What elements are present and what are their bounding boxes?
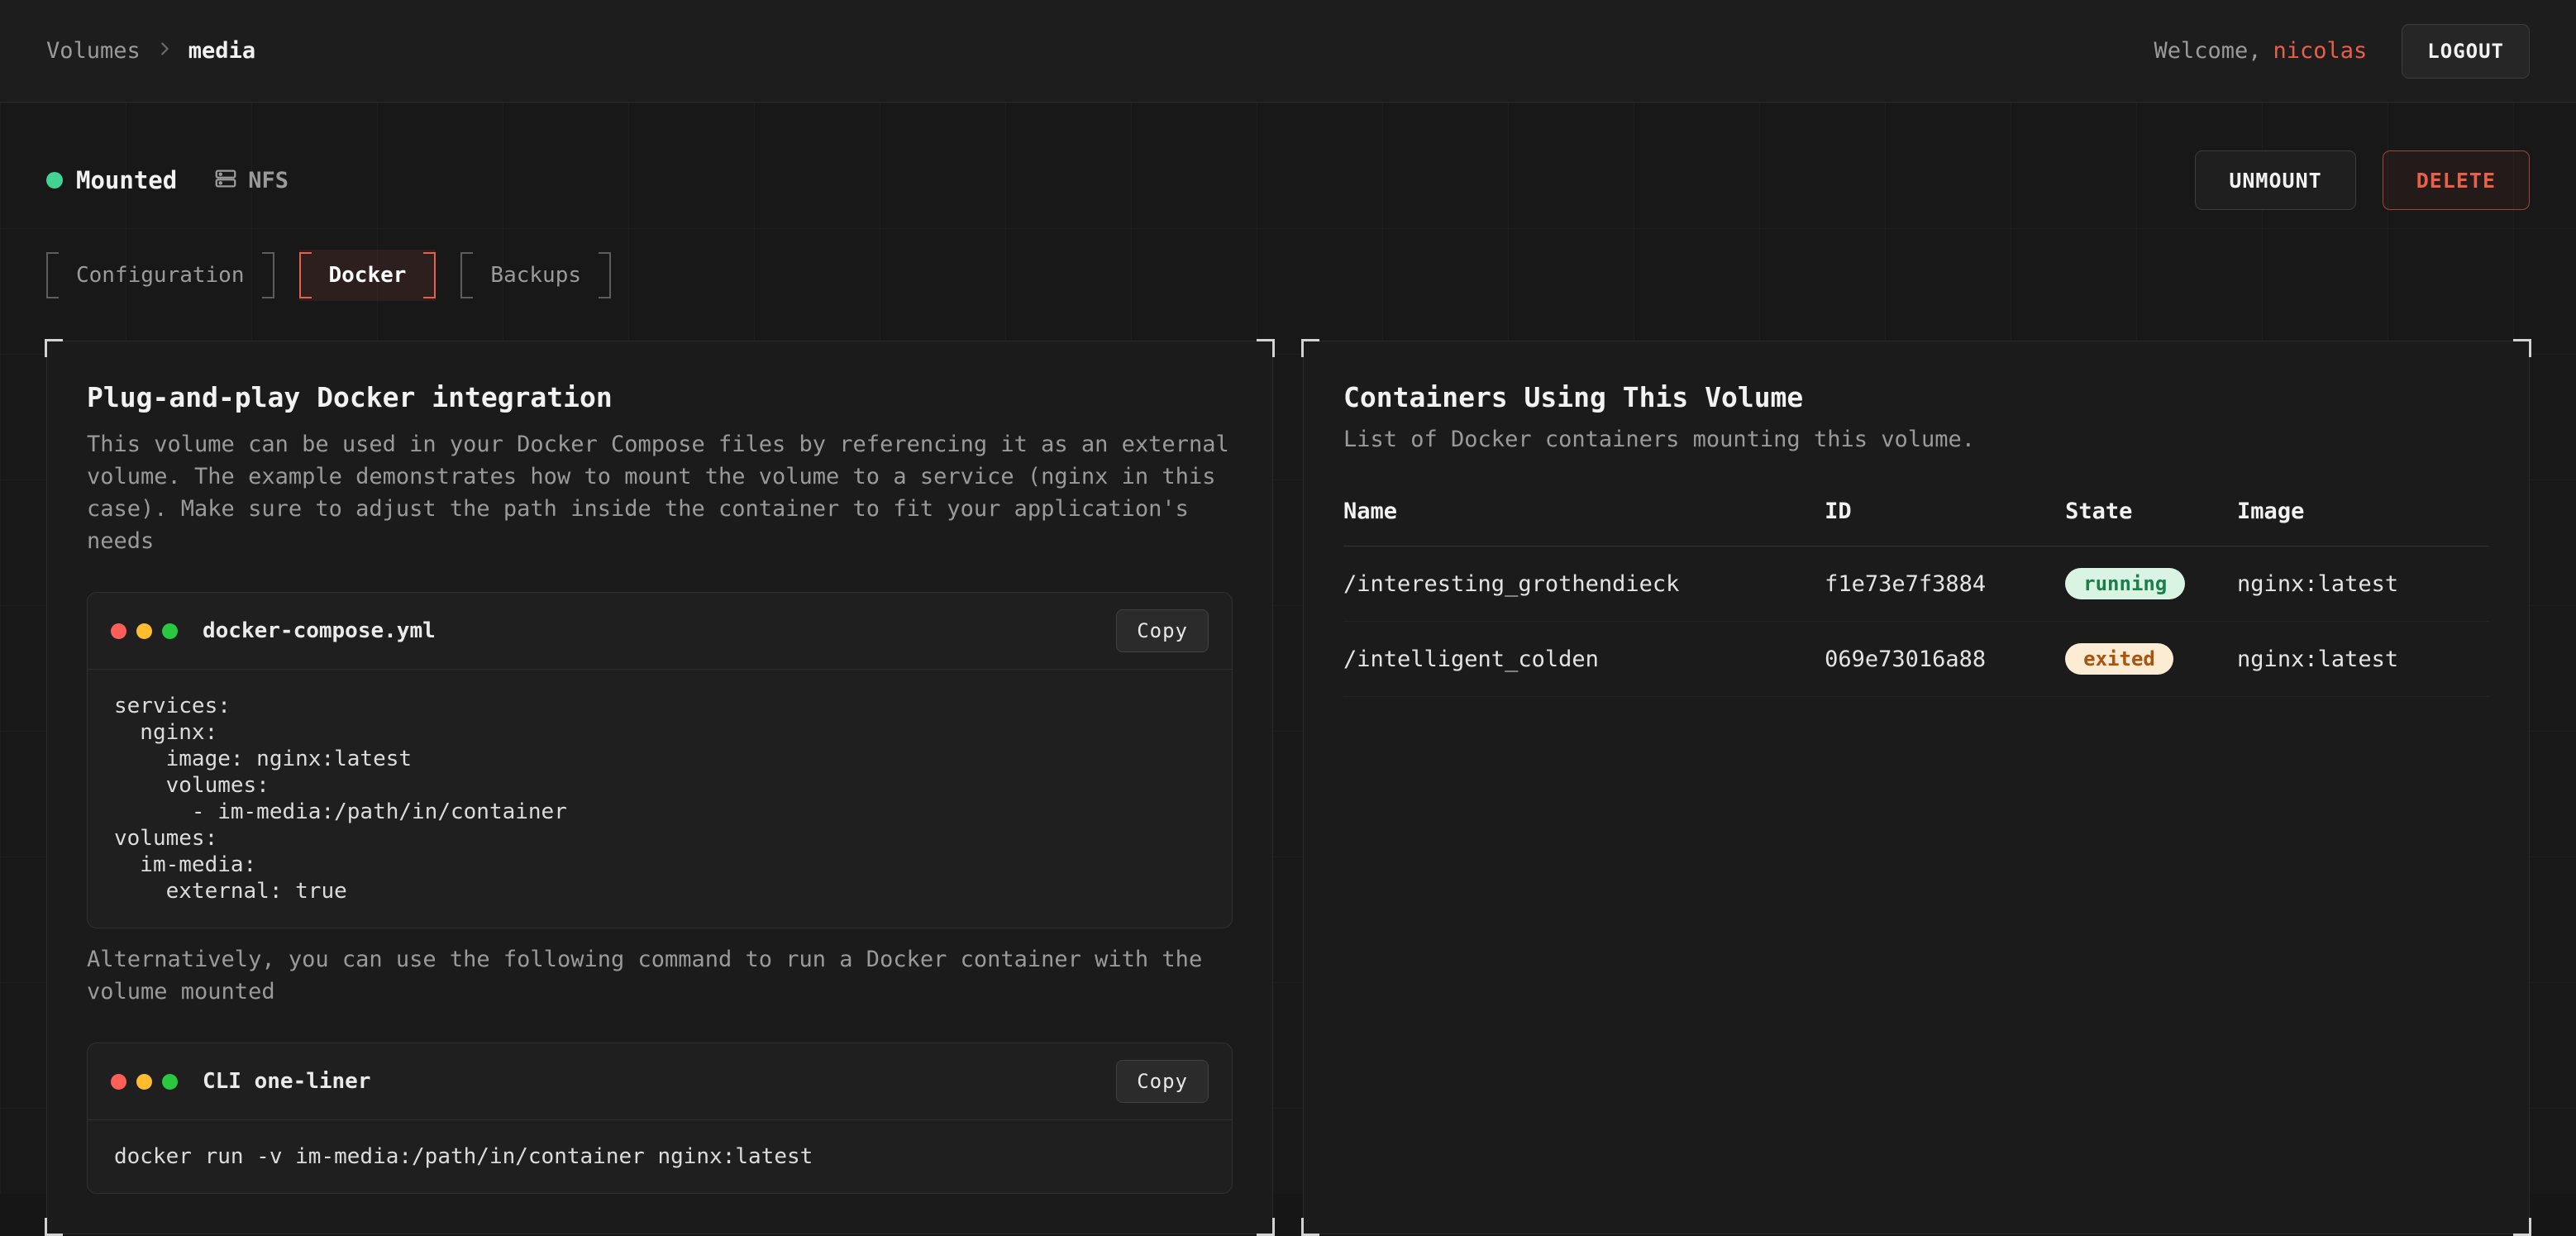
volume-actions: UNMOUNT DELETE bbox=[2195, 150, 2530, 210]
corner-mark bbox=[45, 1218, 63, 1236]
topbar: Volumes media Welcome, nicolas LOGOUT bbox=[0, 0, 2576, 103]
breadcrumb: Volumes media bbox=[46, 38, 255, 64]
mounted-status: Mounted bbox=[46, 166, 177, 194]
container-name-cell: /intelligent_colden bbox=[1343, 625, 1825, 694]
dot-red-icon bbox=[111, 1074, 126, 1090]
cli-code: docker run -v im-media:/path/in/containe… bbox=[88, 1120, 1232, 1193]
cli-code-block: CLI one-liner Copy docker run -v im-medi… bbox=[87, 1043, 1233, 1194]
container-state-cell: exited bbox=[2065, 622, 2237, 696]
containers-subtitle: List of Docker containers mounting this … bbox=[1343, 427, 2489, 452]
status-row: Mounted NFS UNMOUNT DELETE bbox=[46, 150, 2530, 210]
corner-mark bbox=[1301, 339, 1319, 357]
table-header-row: Name ID State Image bbox=[1343, 499, 2489, 546]
state-badge: exited bbox=[2065, 643, 2173, 675]
nfs-indicator: NFS bbox=[213, 166, 289, 194]
chevron-right-icon bbox=[155, 38, 174, 64]
containers-title: Containers Using This Volume bbox=[1343, 381, 2489, 413]
container-name-cell: /interesting_grothendieck bbox=[1343, 550, 1825, 618]
mounted-dot-icon bbox=[46, 172, 63, 189]
dot-yellow-icon bbox=[136, 1074, 152, 1090]
breadcrumb-current: media bbox=[188, 38, 255, 64]
copy-compose-button[interactable]: Copy bbox=[1116, 609, 1209, 652]
unmount-button[interactable]: UNMOUNT bbox=[2195, 150, 2355, 210]
column-header-state: State bbox=[2065, 499, 2237, 546]
window-dots bbox=[111, 1074, 178, 1090]
corner-mark bbox=[1301, 1218, 1319, 1236]
username: nicolas bbox=[2273, 38, 2368, 64]
dot-yellow-icon bbox=[136, 623, 152, 639]
container-id-cell: 069e73016a88 bbox=[1825, 625, 2065, 694]
compose-code-block: docker-compose.yml Copy services: nginx:… bbox=[87, 592, 1233, 928]
corner-mark bbox=[1257, 339, 1275, 357]
code-filename: CLI one-liner bbox=[203, 1069, 371, 1094]
tab-docker[interactable]: Docker bbox=[299, 250, 436, 301]
topbar-right: Welcome, nicolas LOGOUT bbox=[2154, 24, 2530, 79]
table-row: /interesting_grothendieck f1e73e7f3884 r… bbox=[1343, 546, 2489, 622]
main-content: Mounted NFS UNMOUNT DELETE Configuration bbox=[0, 103, 2576, 1194]
container-image-cell: nginx:latest bbox=[2237, 550, 2489, 618]
volume-status: Mounted NFS bbox=[46, 166, 289, 194]
state-badge: running bbox=[2065, 568, 2185, 599]
panel-description: This volume can be used in your Docker C… bbox=[87, 428, 1233, 557]
corner-mark bbox=[2513, 339, 2531, 357]
corner-mark bbox=[45, 339, 63, 357]
code-block-header: docker-compose.yml Copy bbox=[88, 593, 1232, 670]
panels: Plug-and-play Docker integration This vo… bbox=[46, 341, 2530, 1234]
delete-button[interactable]: DELETE bbox=[2383, 150, 2530, 210]
panel-title: Plug-and-play Docker integration bbox=[87, 381, 1233, 413]
tab-backups[interactable]: Backups bbox=[460, 250, 611, 301]
welcome-text: Welcome, bbox=[2154, 38, 2261, 64]
containers-panel: Containers Using This Volume List of Doc… bbox=[1303, 341, 2530, 1234]
mounted-label: Mounted bbox=[76, 166, 177, 194]
nfs-label: NFS bbox=[248, 168, 289, 193]
containers-table: Name ID State Image /interesting_grothen… bbox=[1343, 499, 2489, 697]
column-header-name: Name bbox=[1343, 499, 1825, 546]
docker-integration-panel: Plug-and-play Docker integration This vo… bbox=[46, 341, 1273, 1234]
dot-red-icon bbox=[111, 623, 126, 639]
dot-green-icon bbox=[162, 1074, 178, 1090]
server-stack-icon bbox=[213, 166, 238, 194]
copy-cli-button[interactable]: Copy bbox=[1116, 1060, 1209, 1103]
column-header-id: ID bbox=[1825, 499, 2065, 546]
tab-bar: Configuration Docker Backups bbox=[46, 250, 2530, 301]
corner-mark bbox=[1257, 1218, 1275, 1236]
logout-button[interactable]: LOGOUT bbox=[2402, 24, 2530, 79]
code-block-header: CLI one-liner Copy bbox=[88, 1043, 1232, 1120]
breadcrumb-volumes-link[interactable]: Volumes bbox=[46, 38, 141, 64]
window-dots bbox=[111, 623, 178, 639]
column-header-image: Image bbox=[2237, 499, 2489, 546]
container-image-cell: nginx:latest bbox=[2237, 625, 2489, 694]
table-row: /intelligent_colden 069e73016a88 exited … bbox=[1343, 622, 2489, 697]
dot-green-icon bbox=[162, 623, 178, 639]
corner-mark bbox=[2513, 1218, 2531, 1236]
code-filename: docker-compose.yml bbox=[203, 618, 436, 643]
container-state-cell: running bbox=[2065, 546, 2237, 621]
compose-code: services: nginx: image: nginx:latest vol… bbox=[88, 670, 1232, 928]
container-id-cell: f1e73e7f3884 bbox=[1825, 550, 2065, 618]
tab-configuration[interactable]: Configuration bbox=[46, 250, 274, 301]
cli-intro-text: Alternatively, you can use the following… bbox=[87, 943, 1233, 1008]
